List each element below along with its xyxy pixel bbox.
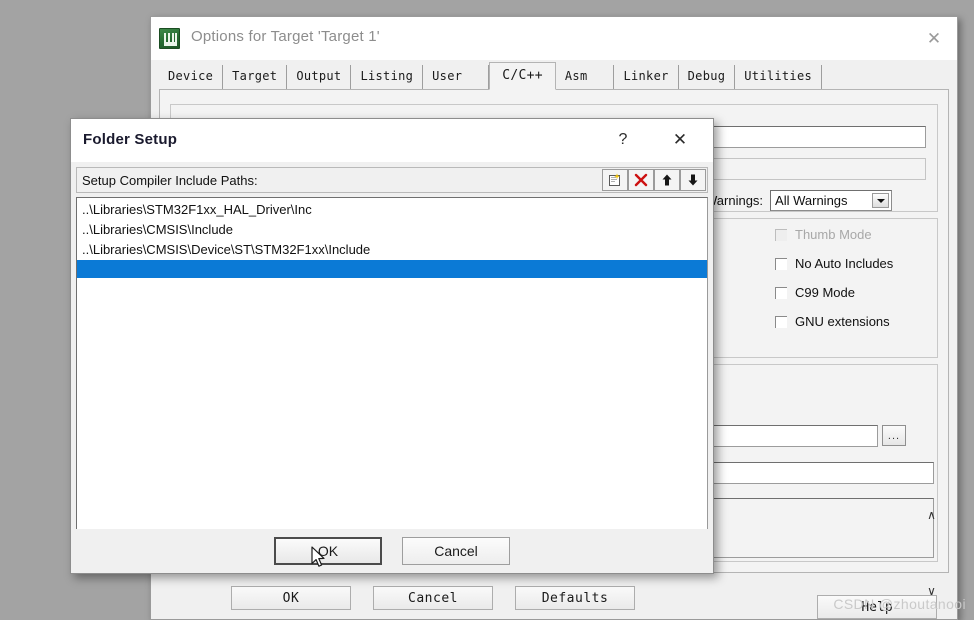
checkbox-box[interactable]: [775, 315, 787, 328]
folder-setup-cancel-button[interactable]: Cancel: [402, 537, 510, 565]
options-defaults-button[interactable]: Defaults: [515, 586, 635, 610]
tab-asm[interactable]: Asm: [556, 65, 615, 89]
checkbox-thumb-mode: Thumb Mode: [775, 227, 872, 242]
options-cancel-button[interactable]: Cancel: [373, 586, 493, 610]
options-tab-strip: Device Target Output Listing User C/C++ …: [159, 61, 949, 90]
close-icon[interactable]: ✕: [911, 17, 957, 60]
arrow-up-icon[interactable]: [654, 169, 680, 191]
include-paths-listbox[interactable]: ..\Libraries\STM32F1xx_HAL_Driver\Inc ..…: [76, 197, 708, 573]
warnings-selected-value: All Warnings: [775, 193, 848, 208]
include-paths-label: Setup Compiler Include Paths:: [82, 172, 258, 188]
warnings-select[interactable]: All Warnings: [770, 190, 893, 211]
include-paths-toolbar: Setup Compiler Include Paths:: [76, 167, 708, 193]
checkbox-box[interactable]: [775, 257, 787, 270]
checkbox-c99-mode[interactable]: C99 Mode: [775, 285, 855, 300]
close-icon[interactable]: ✕: [657, 119, 703, 161]
browse-include-paths-button[interactable]: ...: [882, 425, 906, 446]
list-item[interactable]: ..\Libraries\STM32F1xx_HAL_Driver\Inc: [77, 200, 707, 220]
folder-setup-dialog: Folder Setup ? ✕ Setup Compiler Include …: [70, 118, 714, 574]
desktop: Options for Target 'Target 1' ✕ Device T…: [0, 0, 974, 620]
keil-uvision-icon: [159, 28, 180, 49]
delete-icon[interactable]: [628, 169, 654, 191]
checkbox-gnu-extensions[interactable]: GNU extensions: [775, 314, 890, 329]
checkbox-box[interactable]: [775, 286, 787, 299]
checkbox-label: No Auto Includes: [795, 256, 894, 271]
warnings-row: Warnings: All Warnings: [705, 190, 893, 211]
watermark-text: CSDN @zhoutanooi: [833, 596, 966, 612]
chevron-down-icon[interactable]: [872, 193, 890, 208]
options-ok-button[interactable]: OK: [231, 586, 351, 610]
tab-c-cpp[interactable]: C/C++: [489, 62, 556, 90]
new-folder-icon[interactable]: [602, 169, 628, 191]
tab-target[interactable]: Target: [223, 65, 288, 89]
tab-linker[interactable]: Linker: [614, 65, 679, 89]
tab-listing[interactable]: Listing: [351, 65, 424, 89]
tab-user[interactable]: User: [423, 65, 490, 89]
list-item[interactable]: ..\Libraries\CMSIS\Device\ST\STM32F1xx\I…: [77, 240, 707, 260]
folder-setup-ok-button[interactable]: OK: [274, 537, 382, 565]
checkbox-label: Thumb Mode: [795, 227, 872, 242]
checkbox-label: GNU extensions: [795, 314, 890, 329]
tab-output[interactable]: Output: [287, 65, 352, 89]
folder-setup-button-bar: OK Cancel: [71, 529, 713, 573]
checkbox-no-auto-includes[interactable]: No Auto Includes: [775, 256, 893, 271]
include-paths-tool-buttons: [602, 169, 706, 191]
list-item-selected[interactable]: [77, 260, 707, 278]
checkbox-label: C99 Mode: [795, 285, 855, 300]
help-icon[interactable]: ?: [603, 119, 643, 161]
tab-debug[interactable]: Debug: [679, 65, 736, 89]
folder-setup-titlebar: Folder Setup ? ✕: [71, 119, 713, 162]
arrow-down-icon[interactable]: [680, 169, 706, 191]
scroll-up-icon[interactable]: ∧: [927, 508, 936, 522]
list-item[interactable]: ..\Libraries\CMSIS\Include: [77, 220, 707, 240]
folder-setup-title: Folder Setup: [83, 131, 178, 148]
tab-device[interactable]: Device: [159, 65, 224, 89]
options-titlebar: Options for Target 'Target 1' ✕: [151, 17, 957, 61]
options-window-title: Options for Target 'Target 1': [191, 28, 380, 45]
tab-utilities[interactable]: Utilities: [735, 65, 822, 89]
checkbox-box: [775, 228, 787, 241]
